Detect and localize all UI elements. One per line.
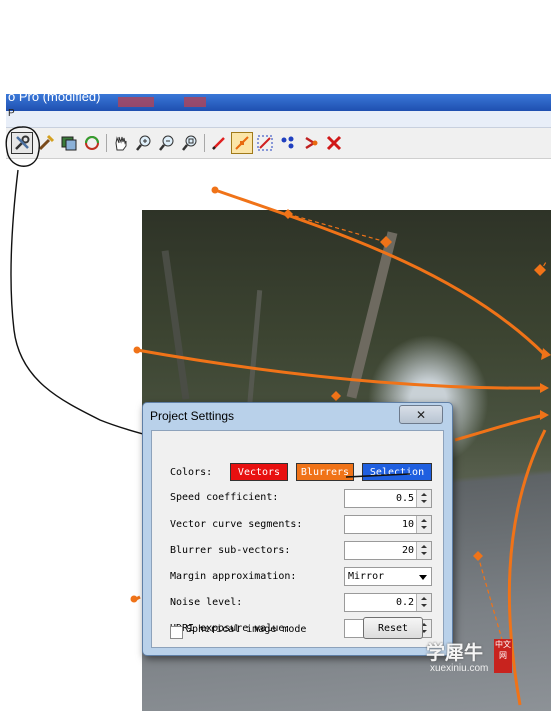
- wand-icon: [38, 134, 55, 151]
- toolbar-separator: [106, 134, 107, 152]
- vector-curve-segments-spinbox[interactable]: 10: [344, 515, 432, 534]
- zoom-fit-icon: [182, 135, 197, 151]
- pen-draw-icon: [212, 137, 225, 150]
- spherical-mode-checkbox[interactable]: [170, 626, 183, 639]
- menu-bar: P: [6, 108, 551, 128]
- tree-trunk: [161, 250, 190, 400]
- close-icon: ✕: [415, 407, 427, 422]
- toolbar: [6, 128, 551, 159]
- margin-approximation-select[interactable]: Mirror: [344, 567, 432, 586]
- watermark-seal: 中文网: [494, 639, 512, 673]
- palette-button[interactable]: [81, 132, 103, 154]
- reset-button[interactable]: Reset: [363, 617, 423, 639]
- zoom-in-icon: [136, 135, 151, 151]
- speed-coefficient-value: 0.5: [395, 493, 414, 504]
- dialog-title: Project Settings: [150, 409, 235, 423]
- speed-coefficient-label: Speed coefficient:: [170, 492, 279, 503]
- watermark-text: 学犀牛: [426, 642, 484, 664]
- vector-curve-segments-label: Vector curve segments:: [170, 519, 303, 530]
- watermark-logo: 学犀牛 xuexiniu.com 中文网: [426, 638, 516, 678]
- blurrer-sub-vectors-value: 20: [401, 545, 414, 556]
- spin-arrows-icon[interactable]: [416, 594, 431, 611]
- delete-button[interactable]: [323, 132, 345, 154]
- title-bar: o Pro (modified): [6, 94, 551, 111]
- toolbar-separator: [204, 134, 205, 152]
- vectors-color-button[interactable]: Vectors: [230, 463, 288, 481]
- zoom-out-icon: [159, 135, 174, 151]
- hand-pan-button[interactable]: [110, 132, 132, 154]
- window-title: o Pro (modified): [8, 94, 101, 104]
- title-blur: [184, 97, 206, 107]
- noise-level-value: 0.2: [395, 597, 414, 608]
- project-settings-dialog: Project Settings ✕ Colors: Vectors Blurr…: [142, 402, 453, 656]
- vector-edit-button[interactable]: [231, 132, 253, 154]
- margin-approximation-value: Mirror: [348, 571, 385, 582]
- vector-curve-segments-value: 10: [401, 519, 414, 530]
- wand-button[interactable]: [35, 132, 57, 154]
- margin-approximation-label: Margin approximation:: [170, 571, 297, 582]
- hand-pan-icon: [115, 136, 127, 151]
- spin-arrows-icon[interactable]: [416, 516, 431, 533]
- settings-tools-icon: [15, 135, 30, 150]
- blur-icon: [305, 136, 318, 150]
- zoom-fit-button[interactable]: [179, 132, 201, 154]
- selection-rect-button[interactable]: [254, 132, 276, 154]
- speed-coefficient-spinbox[interactable]: 0.5: [344, 489, 432, 508]
- blur-button[interactable]: [300, 132, 322, 154]
- nodes-icon: [281, 136, 294, 149]
- menu-item-project[interactable]: P: [8, 108, 15, 119]
- vector-edit-icon: [235, 136, 249, 150]
- zoom-out-button[interactable]: [156, 132, 178, 154]
- render-icon: [61, 136, 77, 151]
- dialog-body: Colors: Vectors Blurrers Selection Speed…: [151, 430, 444, 648]
- pen-draw-button[interactable]: [208, 132, 230, 154]
- render-button[interactable]: [58, 132, 80, 154]
- nodes-button[interactable]: [277, 132, 299, 154]
- blurrer-sub-vectors-label: Blurrer sub-vectors:: [170, 545, 291, 556]
- selection-color-button[interactable]: Selection: [362, 463, 432, 481]
- blurrer-sub-vectors-spinbox[interactable]: 20: [344, 541, 432, 560]
- tree-trunk: [346, 231, 398, 399]
- palette-icon: [85, 136, 99, 150]
- noise-level-spinbox[interactable]: 0.2: [344, 593, 432, 612]
- spin-arrows-icon[interactable]: [416, 542, 431, 559]
- spin-arrows-icon[interactable]: [416, 490, 431, 507]
- selection-rect-icon: [257, 135, 273, 151]
- colors-label: Colors:: [170, 467, 213, 478]
- tree-trunk: [246, 290, 263, 410]
- title-blur: [118, 97, 154, 107]
- blurrers-color-button[interactable]: Blurrers: [296, 463, 354, 481]
- watermark-site: xuexiniu.com: [430, 663, 489, 674]
- zoom-in-button[interactable]: [133, 132, 155, 154]
- spherical-mode-label: Spherical image mode: [186, 624, 307, 635]
- settings-tools-button[interactable]: [11, 132, 33, 154]
- chevron-down-icon: [419, 575, 427, 580]
- delete-icon: [326, 135, 342, 151]
- noise-level-label: Noise level:: [170, 597, 243, 608]
- close-button[interactable]: ✕: [399, 405, 443, 424]
